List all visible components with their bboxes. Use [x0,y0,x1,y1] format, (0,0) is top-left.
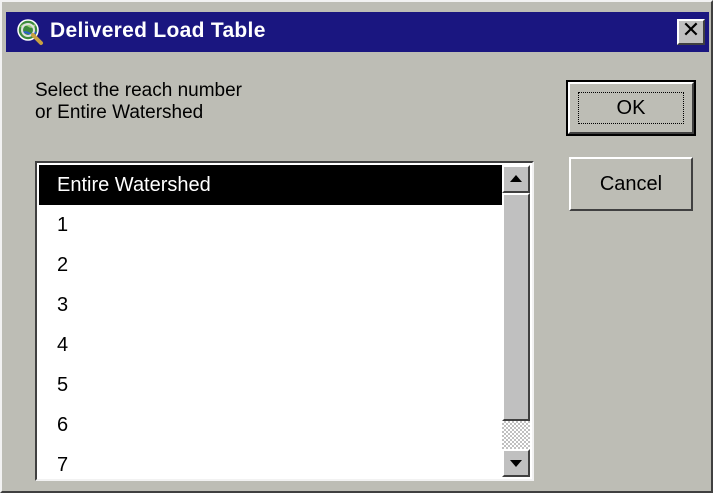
globe-magnifier-icon [17,19,43,45]
arrow-down-icon [510,460,522,467]
scroll-down-button[interactable] [502,449,530,477]
prompt-label: Select the reach number or Entire Waters… [35,80,243,123]
scroll-up-button[interactable] [502,165,530,193]
cancel-button[interactable]: Cancel [569,157,693,211]
list-item-5[interactable]: 5 [39,365,504,405]
list-item-2[interactable]: 2 [39,245,504,285]
list-item-3[interactable]: 3 [39,285,504,325]
ok-button-label: OK [578,92,684,124]
list-item-1[interactable]: 1 [39,205,504,245]
reach-list: Entire Watershed 1 2 3 4 5 6 7 [39,165,504,479]
scrollbar-track[interactable] [502,421,530,449]
title-bar[interactable]: Delivered Load Table ✕ [6,12,709,52]
list-item-7[interactable]: 7 [39,445,504,479]
window-title: Delivered Load Table [50,19,266,42]
close-icon: ✕ [681,18,701,43]
arrow-up-icon [510,175,522,182]
list-item-entire-watershed[interactable]: Entire Watershed [39,165,504,205]
reach-listbox[interactable]: Entire Watershed 1 2 3 4 5 6 7 [35,161,534,481]
dialog-window: Delivered Load Table ✕ Select the reach … [0,0,713,493]
close-button[interactable]: ✕ [677,19,705,45]
vertical-scrollbar[interactable] [502,165,530,477]
list-item-4[interactable]: 4 [39,325,504,365]
scrollbar-thumb[interactable] [502,193,530,421]
ok-button[interactable]: OK [566,80,696,136]
list-item-6[interactable]: 6 [39,405,504,445]
